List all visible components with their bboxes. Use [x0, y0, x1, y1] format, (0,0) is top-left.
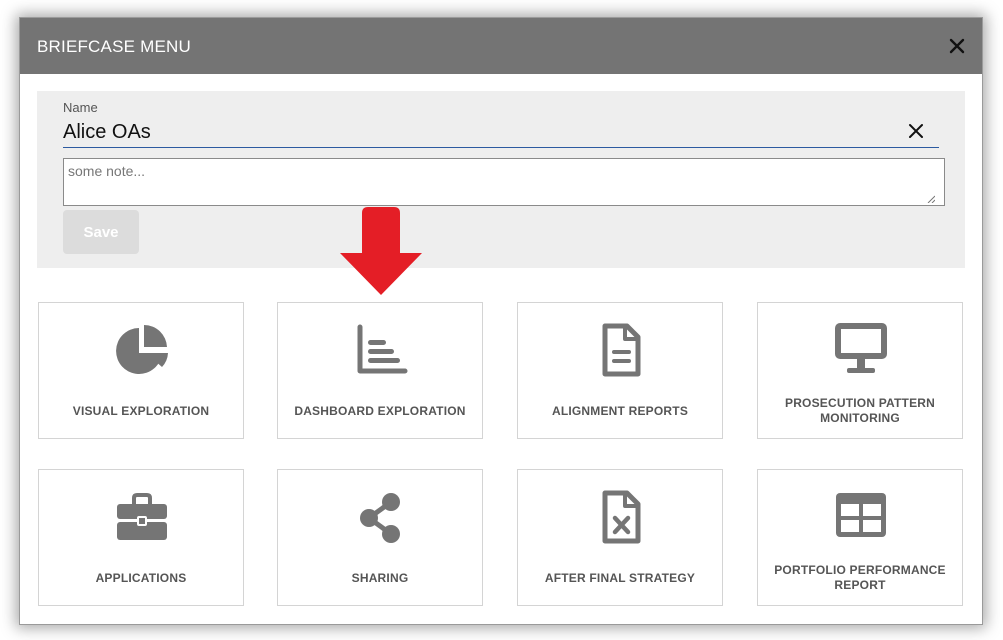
tile-label: SHARING [351, 570, 409, 585]
tile-label: AFTER FINAL STRATEGY [544, 570, 696, 585]
tile-label: PORTFOLIO PERFORMANCE REPORT [774, 563, 946, 592]
note-textarea[interactable] [63, 158, 945, 206]
name-label: Name [63, 100, 98, 115]
tile-dashboard-exploration[interactable]: DASHBOARD EXPLORATION [277, 302, 483, 439]
name-input[interactable] [63, 117, 939, 148]
tile-visual-exploration[interactable]: VISUAL EXPLORATION [38, 302, 244, 439]
tile-sharing[interactable]: SHARING [277, 469, 483, 606]
share-icon [360, 493, 400, 543]
dialog-titlebar: BRIEFCASE MENU [20, 18, 982, 74]
table-icon [836, 493, 886, 537]
briefcase-icon [117, 493, 167, 540]
down-arrow-icon [340, 207, 422, 295]
save-button[interactable]: Save [63, 210, 139, 254]
tile-label: DASHBOARD EXPLORATION [294, 403, 466, 418]
file-excel-icon [602, 490, 641, 544]
pie-chart-icon [116, 325, 168, 374]
tile-after-final-strategy[interactable]: AFTER FINAL STRATEGY [517, 469, 723, 606]
tile-alignment-reports[interactable]: ALIGNMENT REPORTS [517, 302, 723, 439]
tile-label: APPLICATIONS [95, 570, 187, 585]
tile-portfolio-performance-report[interactable]: PORTFOLIO PERFORMANCE REPORT [757, 469, 963, 606]
monitor-icon [835, 323, 887, 373]
dialog-title: BRIEFCASE MENU [37, 37, 191, 56]
tile-label: VISUAL EXPLORATION [72, 403, 210, 418]
bar-chart-icon [357, 324, 408, 374]
tile-label: PROSECUTION PATTERN MONITORING [784, 396, 936, 425]
clear-icon[interactable] [908, 123, 924, 139]
document-icon [602, 323, 641, 377]
briefcase-menu-dialog: BRIEFCASE MENU Name Save VISUAL EXPLORAT… [20, 18, 982, 624]
tile-applications[interactable]: APPLICATIONS [38, 469, 244, 606]
resize-grip-icon[interactable] [927, 195, 935, 203]
tile-prosecution-pattern-monitoring[interactable]: PROSECUTION PATTERN MONITORING [757, 302, 963, 439]
tile-label: ALIGNMENT REPORTS [551, 403, 689, 418]
briefcase-form: Name Save [37, 91, 965, 268]
close-icon[interactable] [946, 35, 968, 57]
